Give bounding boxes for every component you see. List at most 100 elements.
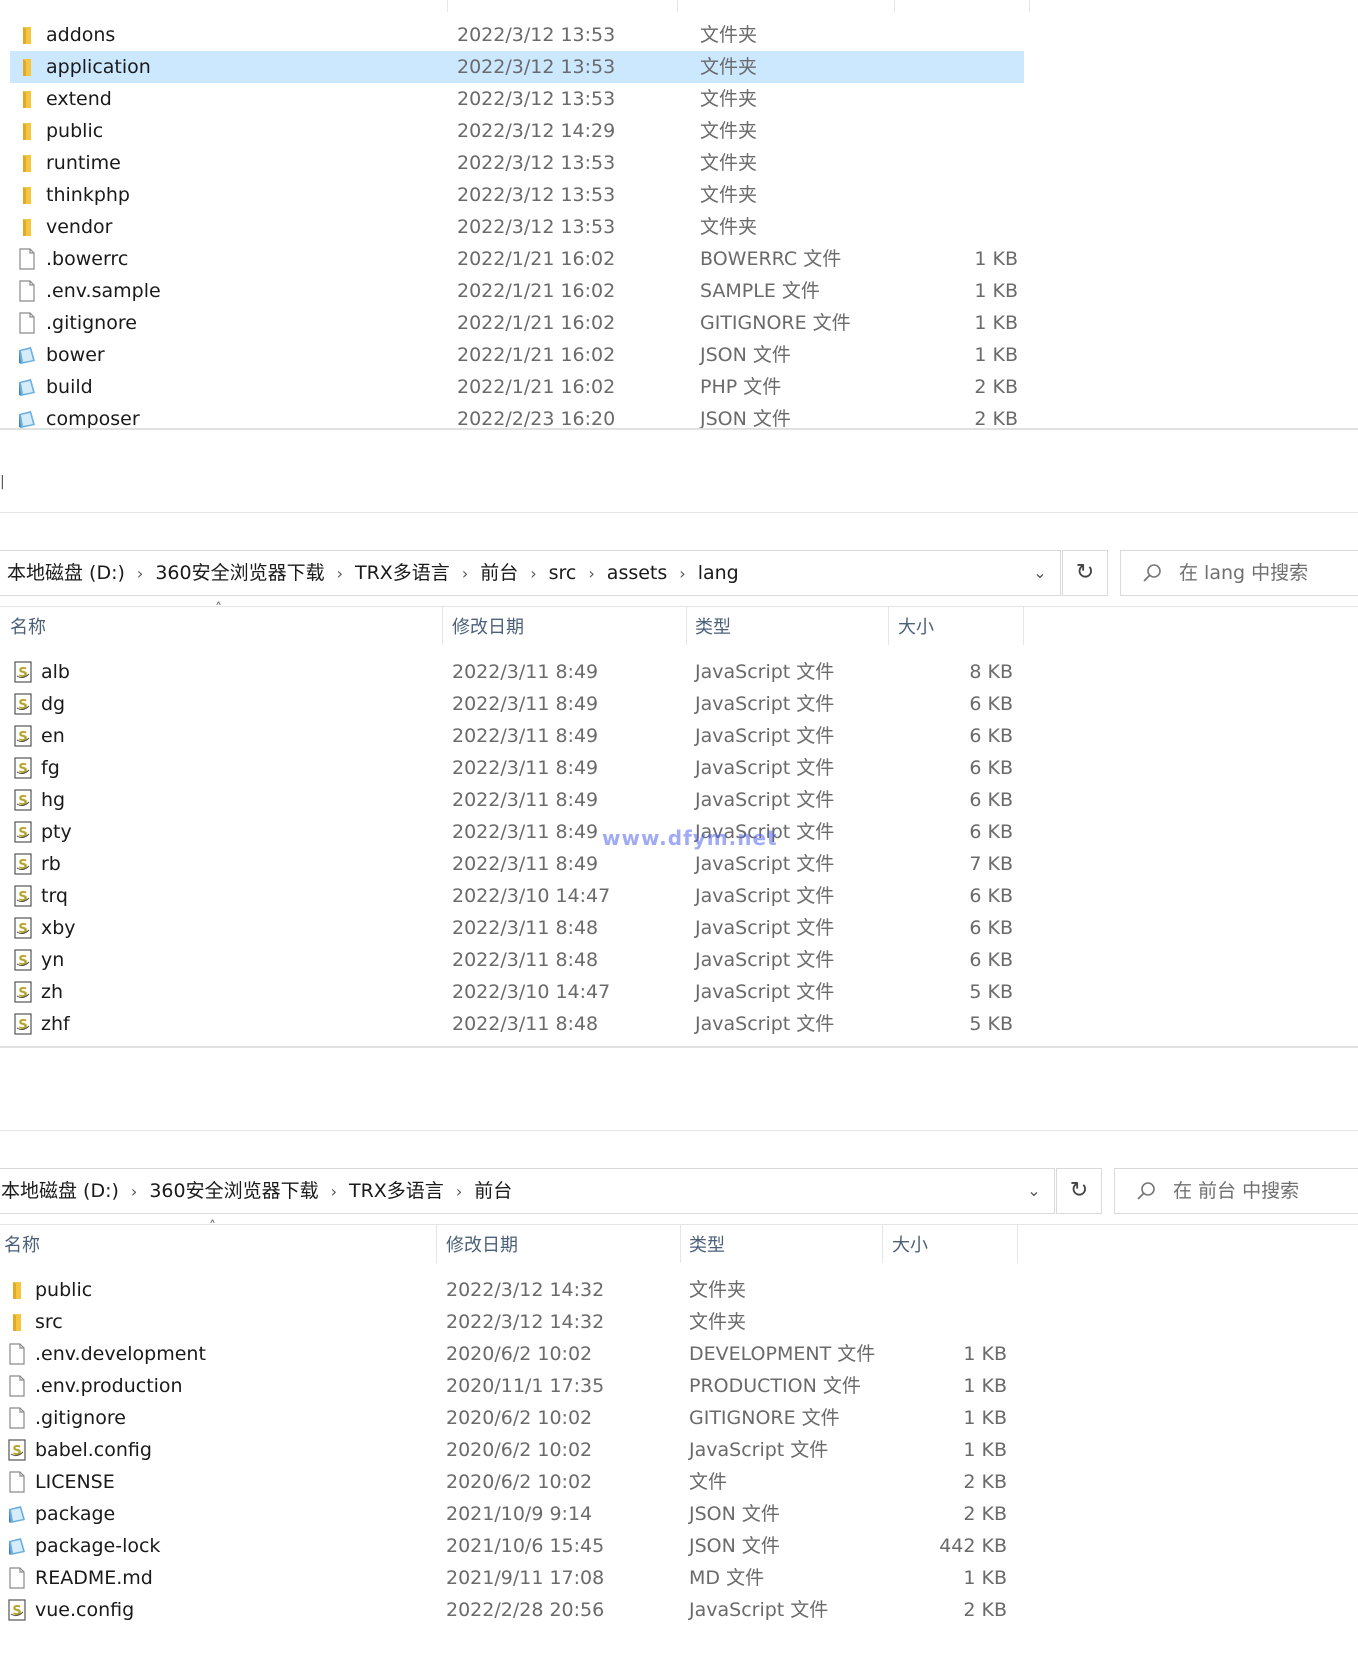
chevron-right-icon[interactable]: › [137,552,143,596]
column-header-size[interactable]: 大小 [898,607,934,649]
file-row[interactable]: Sxby 2022/3/11 8:48 JavaScript 文件 6 KB [0,912,1358,944]
file-row[interactable]: extend 2022/3/12 13:53 文件夹 [0,83,1358,115]
file-row[interactable]: build 2022/1/21 16:02 PHP 文件 2 KB [0,371,1358,403]
breadcrumb-item[interactable]: TRX多语言 [355,551,450,595]
file-row[interactable]: Srb 2022/3/11 8:49 JavaScript 文件 7 KB [0,848,1358,880]
chevron-right-icon[interactable]: › [331,1170,337,1214]
file-row[interactable]: src 2022/3/12 14:32 文件夹 [0,1306,1358,1338]
file-date: 2022/3/11 8:49 [452,661,599,683]
column-separator[interactable] [882,1225,883,1263]
column-separator[interactable] [680,1225,681,1263]
column-header-type[interactable]: 类型 [695,607,731,649]
search-input[interactable]: 在 lang 中搜索 [1179,551,1308,595]
column-separator[interactable] [686,607,687,645]
column-header-type[interactable]: 类型 [689,1225,725,1267]
file-name: fg [41,757,60,779]
file-row[interactable]: .env.sample 2022/1/21 16:02 SAMPLE 文件 1 KB [0,275,1358,307]
file-row[interactable]: Sfg 2022/3/11 8:49 JavaScript 文件 6 KB [0,752,1358,784]
breadcrumb-item[interactable]: TRX多语言 [349,1169,444,1213]
column-header-name[interactable]: 名称 [4,1225,40,1267]
chevron-down-icon[interactable]: ⌄ [1014,1169,1054,1213]
column-separator[interactable] [436,1225,437,1263]
breadcrumb-item[interactable]: 前台 [474,1169,512,1213]
file-row[interactable]: Strq 2022/3/10 14:47 JavaScript 文件 6 KB [0,880,1358,912]
column-separator[interactable] [1017,1225,1018,1263]
column-separator[interactable] [894,0,895,12]
file-row[interactable]: package-lock 2021/10/6 15:45 JSON 文件 442 KB [0,1530,1358,1562]
column-header-name[interactable]: 名称 [10,607,46,649]
file-row[interactable]: Sbabel.config 2020/6/2 10:02 JavaScript 文件… [0,1434,1358,1466]
chevron-right-icon[interactable]: › [131,1170,137,1214]
column-separator[interactable] [677,0,678,12]
file-row[interactable]: Salb 2022/3/11 8:49 JavaScript 文件 8 KB [0,656,1358,688]
file-date: 2022/3/12 13:53 [457,184,616,206]
file-row[interactable]: .bowerrc 2022/1/21 16:02 BOWERRC 文件 1 KB [0,243,1358,275]
chevron-right-icon[interactable]: › [588,552,594,596]
sort-caret-icon: ˄ [215,601,222,617]
column-header-date[interactable]: 修改日期 [452,607,524,649]
search-input[interactable]: 在 前台 中搜索 [1173,1169,1299,1213]
file-row[interactable]: .gitignore 2022/1/21 16:02 GITIGNORE 文件 1 K… [0,307,1358,339]
chevron-down-icon[interactable]: ⌄ [1020,551,1060,595]
column-separator[interactable] [1023,607,1024,645]
file-date: 2022/3/10 14:47 [452,981,611,1003]
file-row[interactable]: Svue.config 2022/2/28 20:56 JavaScript 文件 2… [0,1594,1358,1626]
column-header-size[interactable]: 大小 [892,1225,928,1267]
file-row[interactable]: LICENSE 2020/6/2 10:02 文件 2 KB [0,1466,1358,1498]
folder-icon [16,120,38,142]
address-bar[interactable]: 本地磁盘 (D:) › 360安全浏览器下载 › TRX多语言 › 前台 › src › asset… [0,550,1061,596]
file-row[interactable]: .env.production 2020/11/1 17:35 PRODUCTION… [0,1370,1358,1402]
breadcrumb-item[interactable]: 360安全浏览器下载 [149,1169,318,1213]
column-header-date[interactable]: 修改日期 [446,1225,518,1267]
address-bar-row: 本地磁盘 (D:) › 360安全浏览器下载 › TRX多语言 › 前台 ⌄ ↻ 在 前台 … [0,1168,1358,1214]
file-row[interactable]: public 2022/3/12 14:29 文件夹 [0,115,1358,147]
column-separator[interactable] [888,607,889,645]
file-size: 5 KB [969,981,1013,1003]
svg-text:S: S [18,762,27,777]
file-row[interactable]: bower 2022/1/21 16:02 JSON 文件 1 KB [0,339,1358,371]
file-type: 文件 [689,1471,728,1493]
file-row[interactable]: Syn 2022/3/11 8:48 JavaScript 文件 6 KB [0,944,1358,976]
file-row[interactable]: public 2022/3/12 14:32 文件夹 [0,1274,1358,1306]
file-row[interactable]: Shg 2022/3/11 8:49 JavaScript 文件 6 KB [0,784,1358,816]
file-row[interactable]: .gitignore 2020/6/2 10:02 GITIGNORE 文件 1 KB [0,1402,1358,1434]
separator-line [0,1130,1358,1131]
file-row[interactable]: README.md 2021/9/11 17:08 MD 文件 1 KB [0,1562,1358,1594]
breadcrumb-item[interactable]: lang [698,551,739,595]
file-row[interactable]: Szh 2022/3/10 14:47 JavaScript 文件 5 KB [0,976,1358,1008]
breadcrumb-item[interactable]: src [549,551,577,595]
file-icon [16,312,38,334]
breadcrumb-item[interactable]: 本地磁盘 (D:) [7,551,125,595]
file-row[interactable]: thinkphp 2022/3/12 13:53 文件夹 [0,179,1358,211]
file-row[interactable]: .env.development 2020/6/2 10:02 DEVELOPMEN… [0,1338,1358,1370]
file-row[interactable]: Szhf 2022/3/11 8:48 JavaScript 文件 5 KB [0,1008,1358,1040]
file-row[interactable]: runtime 2022/3/12 13:53 文件夹 [0,147,1358,179]
file-row[interactable]: addons 2022/3/12 13:53 文件夹 [0,19,1358,51]
breadcrumb-item[interactable]: 前台 [480,551,518,595]
column-separator[interactable] [447,0,448,12]
chevron-right-icon[interactable]: › [679,552,685,596]
file-type: BOWERRC 文件 [700,248,842,270]
breadcrumb-item[interactable]: 360安全浏览器下载 [155,551,324,595]
file-type: 文件夹 [700,24,758,46]
chevron-right-icon[interactable]: › [456,1170,462,1214]
file-row[interactable]: composer 2022/2/23 16:20 JSON 文件 2 KB [0,403,1358,435]
column-separator[interactable] [442,607,443,645]
file-row[interactable]: Sen 2022/3/11 8:49 JavaScript 文件 6 KB [0,720,1358,752]
breadcrumb-item[interactable]: 本地磁盘 (D:) [1,1169,119,1213]
file-size: 1 KB [963,1567,1007,1589]
refresh-button[interactable]: ↻ [1062,550,1108,596]
refresh-button[interactable]: ↻ [1056,1168,1102,1214]
chevron-right-icon[interactable]: › [462,552,468,596]
file-row[interactable]: Sdg 2022/3/11 8:49 JavaScript 文件 6 KB [0,688,1358,720]
chevron-right-icon[interactable]: › [530,552,536,596]
file-row[interactable]: package 2021/10/9 9:14 JSON 文件 2 KB [0,1498,1358,1530]
search-box[interactable]: 在 前台 中搜索 [1114,1168,1358,1214]
breadcrumb-item[interactable]: assets [607,551,667,595]
search-box[interactable]: 在 lang 中搜索 [1120,550,1358,596]
column-separator[interactable] [1029,0,1030,12]
file-row[interactable]: application 2022/3/12 13:53 文件夹 [0,51,1358,83]
file-row[interactable]: vendor 2022/3/12 13:53 文件夹 [0,211,1358,243]
address-bar[interactable]: 本地磁盘 (D:) › 360安全浏览器下载 › TRX多语言 › 前台 ⌄ [0,1168,1055,1214]
chevron-right-icon[interactable]: › [337,552,343,596]
